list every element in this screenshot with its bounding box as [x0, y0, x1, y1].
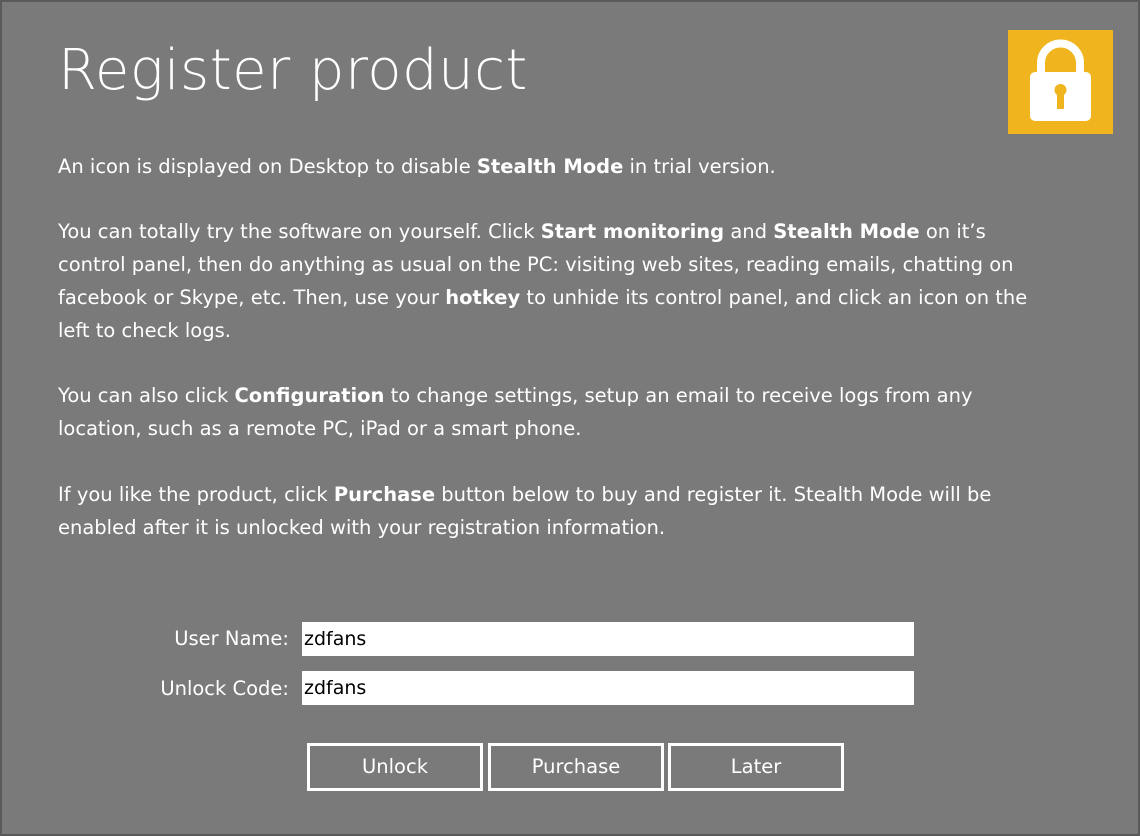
bold-text: Configuration [234, 384, 385, 407]
purchase-button[interactable]: Purchase [488, 743, 664, 791]
text: in trial version. [623, 155, 776, 178]
info-paragraph-3: You can also click Configuration to chan… [58, 379, 1058, 445]
user-name-label: User Name: [174, 627, 289, 650]
info-paragraph-1: An icon is displayed on Desktop to disab… [58, 150, 1058, 183]
dialog-title: Register product [58, 38, 528, 103]
text: You can also click [58, 384, 235, 407]
bold-text: hotkey [445, 286, 521, 309]
bold-text: Start monitoring [540, 220, 725, 243]
text: You can totally try the software on your… [58, 220, 541, 243]
later-button[interactable]: Later [668, 743, 844, 791]
text: An icon is displayed on Desktop to disab… [58, 155, 477, 178]
text: and [724, 220, 774, 243]
padlock-icon [1030, 39, 1091, 121]
info-paragraph-2: You can totally try the software on your… [58, 215, 1058, 347]
bold-text: Purchase [333, 483, 436, 506]
bold-text: Stealth Mode [773, 220, 920, 243]
user-name-input[interactable] [302, 622, 914, 656]
bold-text: Stealth Mode [476, 155, 624, 178]
unlock-code-input[interactable] [302, 671, 914, 705]
text: If you like the product, click [58, 483, 334, 506]
register-dialog: Register product An icon is displayed on… [0, 0, 1140, 836]
unlock-button[interactable]: Unlock [307, 743, 483, 791]
info-paragraph-4: If you like the product, click Purchase … [58, 478, 1058, 544]
unlock-code-label: Unlock Code: [160, 677, 289, 700]
lock-tile [1008, 30, 1113, 134]
